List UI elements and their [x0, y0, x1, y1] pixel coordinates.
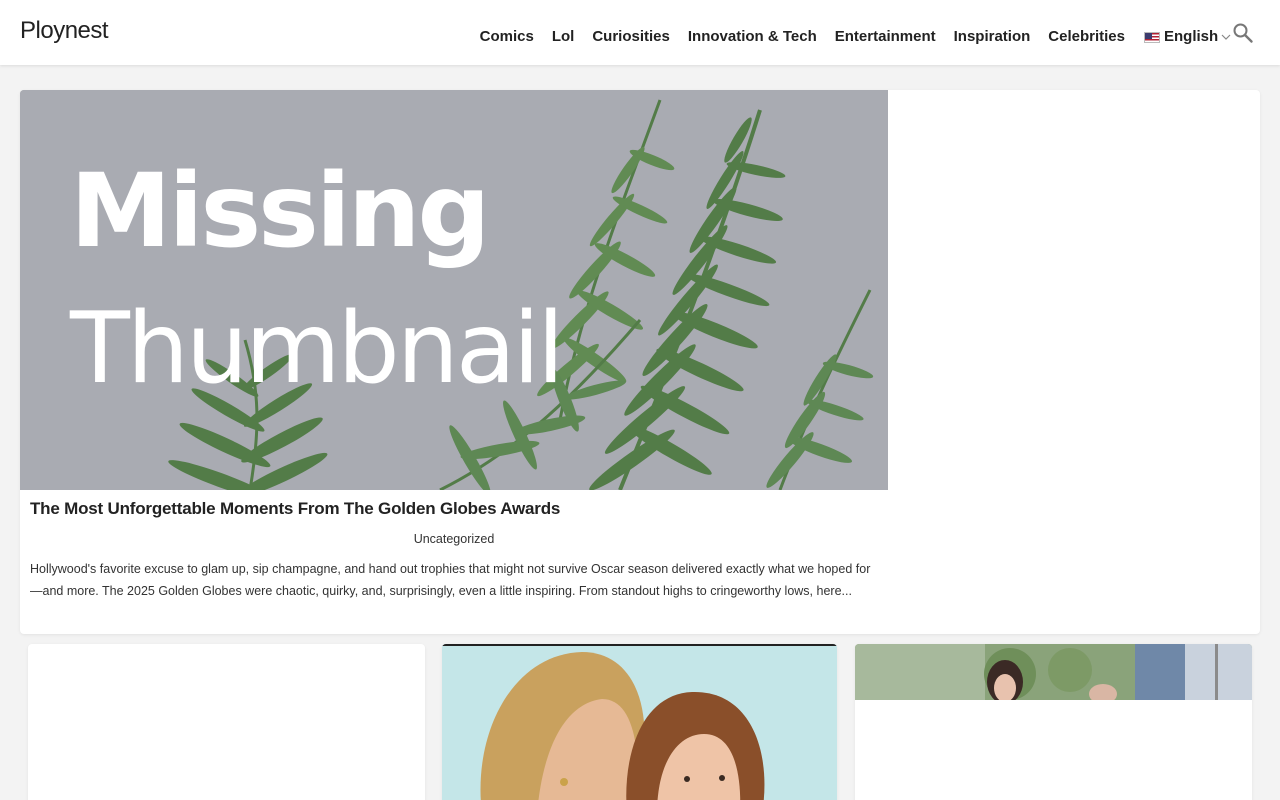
thumbnail-text-thumbnail: Thumbnail [70, 292, 564, 406]
thumbnail-text-missing: Missing [70, 152, 490, 271]
nav-item-inspiration[interactable]: Inspiration [954, 28, 1031, 46]
us-flag-icon [1144, 31, 1160, 43]
featured-post-card: Missing Thumbnail The Most Unforgettable… [20, 90, 1260, 634]
search-icon[interactable] [1232, 22, 1254, 44]
post-card[interactable] [28, 644, 425, 800]
featured-post-title[interactable]: The Most Unforgettable Moments From The … [30, 499, 880, 519]
site-header: Ploynest Comics Lol Curiosities Innovati… [0, 0, 1280, 65]
nav-item-innovation-tech[interactable]: Innovation & Tech [688, 28, 817, 46]
nav-item-entertainment[interactable]: Entertainment [835, 28, 936, 46]
language-label: English [1164, 28, 1219, 45]
nav-item-comics[interactable]: Comics [480, 28, 534, 46]
nav-item-celebrities[interactable]: Celebrities [1048, 28, 1125, 46]
featured-thumbnail[interactable]: Missing Thumbnail [20, 90, 888, 490]
post-thumbnail-image [855, 644, 1252, 700]
post-card[interactable] [442, 644, 837, 800]
main-nav: Comics Lol Curiosities Innovation & Tech… [462, 28, 1125, 46]
nav-item-lol[interactable]: Lol [552, 28, 575, 46]
nav-item-curiosities[interactable]: Curiosities [592, 28, 670, 46]
fern-leaves-image [20, 90, 888, 490]
language-switcher[interactable]: English [1144, 28, 1231, 46]
featured-post-category[interactable]: Uncategorized [20, 532, 888, 546]
featured-post-excerpt: Hollywood's favorite excuse to glam up, … [30, 562, 871, 598]
site-logo[interactable]: Ploynest [20, 17, 109, 45]
post-card[interactable] [855, 644, 1252, 800]
chevron-down-icon [1221, 34, 1231, 40]
post-thumbnail-image [442, 644, 837, 800]
